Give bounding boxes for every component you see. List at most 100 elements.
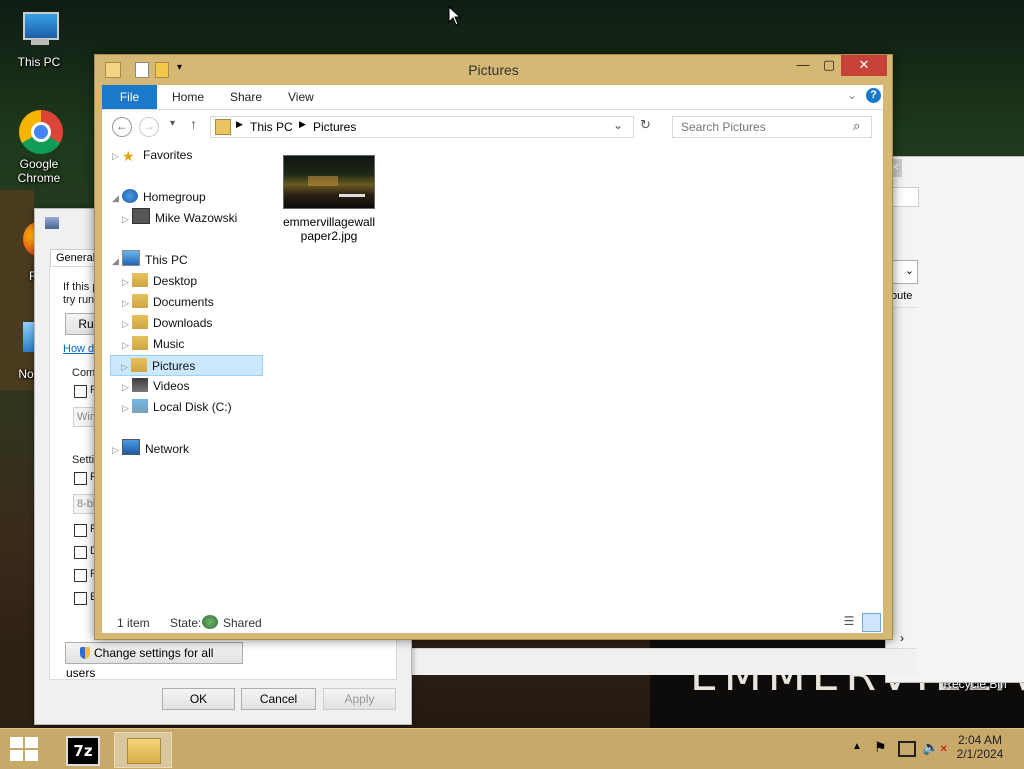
nav-desktop[interactable]: ▷ Desktop — [122, 271, 197, 291]
checkbox[interactable] — [74, 472, 87, 485]
explorer-window[interactable]: ▾ Pictures — ▢ ✕ File Home Share View ⌄ … — [94, 54, 893, 640]
address-row: ← → ▾ ↑ ▶ This PC ▶ Pictures ⌄ ↻ Search … — [102, 110, 883, 144]
expand-icon[interactable]: ▷ — [122, 377, 132, 397]
help-link[interactable]: How d — [63, 343, 94, 355]
window-title: Pictures — [468, 62, 519, 78]
address-bar[interactable]: ▶ This PC ▶ Pictures ⌄ — [210, 116, 634, 138]
close-button[interactable]: ✕ — [841, 55, 887, 76]
up-icon[interactable]: ↑ — [190, 116, 197, 132]
nav-this-pc[interactable]: ◢ This PC — [112, 250, 188, 270]
nav-homegroup[interactable]: ◢ Homegroup — [112, 187, 206, 207]
nav-music[interactable]: ▷ Music — [122, 334, 184, 354]
clock[interactable]: 2:04 AM 2/1/2024 — [950, 733, 1010, 761]
ribbon-tabs: File Home Share View ⌄ ? — [102, 85, 883, 110]
refresh-icon[interactable]: ↻ — [640, 117, 651, 133]
tab-share[interactable]: Share — [230, 85, 262, 109]
nav-label: Desktop — [153, 274, 198, 288]
expand-icon[interactable]: ▷ — [122, 335, 132, 355]
tab-file[interactable]: File — [102, 85, 157, 109]
network-tray-icon[interactable] — [898, 741, 916, 757]
help-icon[interactable]: ? — [866, 88, 881, 103]
recent-locations-icon[interactable]: ▾ — [170, 118, 175, 129]
desktop-icon-this-pc[interactable]: This PC — [4, 8, 74, 69]
state-label: State: — [170, 616, 202, 630]
file-item[interactable]: emmervillagewall paper2.jpg — [281, 155, 377, 243]
breadcrumb-pictures[interactable]: Pictures — [313, 120, 356, 134]
computer-icon — [122, 250, 140, 266]
column-header: oute — [891, 290, 913, 302]
network-icon — [122, 439, 140, 455]
expand-ribbon-icon[interactable]: ⌄ — [847, 88, 857, 102]
large-icons-view-icon[interactable] — [862, 613, 881, 632]
expand-icon[interactable]: ▷ — [122, 398, 132, 418]
forward-icon[interactable]: → — [139, 117, 159, 137]
file-list: emmervillagewall paper2.jpg — [277, 145, 877, 615]
nav-downloads[interactable]: ▷ Downloads — [122, 313, 212, 333]
breadcrumb-separator-icon: ▶ — [236, 119, 243, 129]
nav-videos[interactable]: ▷ Videos — [122, 376, 189, 396]
back-icon[interactable]: ← — [112, 117, 132, 137]
apply-button[interactable]: Apply — [323, 688, 396, 710]
expand-icon[interactable]: ▷ — [122, 314, 132, 334]
start-button[interactable] — [10, 737, 38, 761]
checkbox[interactable] — [74, 524, 87, 537]
taskbar-7zip[interactable]: 7z — [58, 732, 108, 766]
music-folder-icon — [132, 336, 148, 350]
drive-icon — [132, 399, 148, 413]
search-input[interactable]: Search Pictures ⌕ — [672, 116, 872, 138]
nav-user[interactable]: ▷ Mike Wazowski — [122, 208, 237, 228]
breadcrumb-separator-icon: ▶ — [299, 119, 306, 129]
checkbox[interactable] — [74, 592, 87, 605]
item-count: 1 item — [117, 616, 150, 630]
action-center-flag-icon[interactable]: ⚑ — [874, 739, 887, 756]
folder-icon — [127, 738, 161, 764]
nav-label: Network — [145, 442, 190, 456]
collapse-icon[interactable]: ◢ — [112, 251, 122, 271]
nav-network[interactable]: ▷ Network — [112, 439, 189, 459]
search-placeholder: Search Pictures — [681, 120, 766, 134]
maximize-button[interactable]: ▢ — [815, 55, 843, 76]
expand-icon[interactable]: ▷ — [122, 209, 132, 229]
windows-logo-icon — [10, 737, 38, 761]
search-icon[interactable]: ⌕ — [853, 118, 860, 134]
taskbar-file-explorer[interactable] — [114, 732, 172, 768]
show-hidden-icons[interactable]: ▲ — [852, 741, 862, 752]
breadcrumb-this-pc[interactable]: This PC — [250, 120, 293, 134]
chevron-down-icon[interactable]: ⌄ — [613, 118, 623, 132]
expand-icon[interactable]: ▷ — [112, 146, 122, 166]
state-value: Shared — [223, 616, 262, 630]
dialog-app-icon — [45, 217, 59, 229]
scroll-right-icon[interactable]: › — [900, 631, 904, 645]
change-settings-all-users-button[interactable]: Change settings for all users — [65, 642, 243, 680]
title-bar[interactable]: ▾ Pictures — ▢ ✕ — [95, 55, 892, 85]
nav-label: Pictures — [152, 359, 196, 373]
details-view-icon[interactable]: ☰ — [841, 614, 857, 630]
ok-button[interactable]: OK — [162, 688, 235, 710]
desktop-icon-chrome[interactable]: Google Chrome — [4, 110, 74, 185]
collapse-icon[interactable]: ◢ — [112, 188, 122, 208]
expand-icon[interactable]: ▷ — [122, 272, 132, 292]
background-window[interactable]: × ⌄ oute › — [410, 156, 1024, 683]
chevron-down-icon: ⌄ — [904, 265, 914, 277]
expand-icon[interactable]: ▷ — [121, 357, 131, 377]
chrome-icon — [17, 110, 63, 154]
nav-documents[interactable]: ▷ Documents — [122, 292, 214, 312]
cancel-button[interactable]: Cancel — [241, 688, 316, 710]
desktop-icon-label: This PC — [17, 55, 61, 69]
checkbox[interactable] — [74, 569, 87, 582]
nav-pictures[interactable]: ▷ Pictures — [110, 355, 263, 376]
checkbox[interactable] — [74, 546, 87, 559]
expand-icon[interactable]: ▷ — [122, 293, 132, 313]
tab-view[interactable]: View — [288, 85, 314, 109]
shared-icon — [202, 615, 218, 629]
checkbox[interactable] — [74, 385, 87, 398]
nav-favorites[interactable]: ▷ ★ Favorites — [112, 145, 192, 165]
volume-muted-icon[interactable]: 🔈✕ — [922, 739, 948, 756]
nav-local-disk[interactable]: ▷ Local Disk (C:) — [122, 397, 232, 417]
image-thumbnail — [283, 155, 375, 209]
nav-label: This PC — [145, 253, 188, 267]
expand-icon[interactable]: ▷ — [112, 440, 122, 460]
minimize-button[interactable]: — — [789, 55, 817, 76]
tab-home[interactable]: Home — [172, 85, 204, 109]
documents-folder-icon — [132, 294, 148, 308]
